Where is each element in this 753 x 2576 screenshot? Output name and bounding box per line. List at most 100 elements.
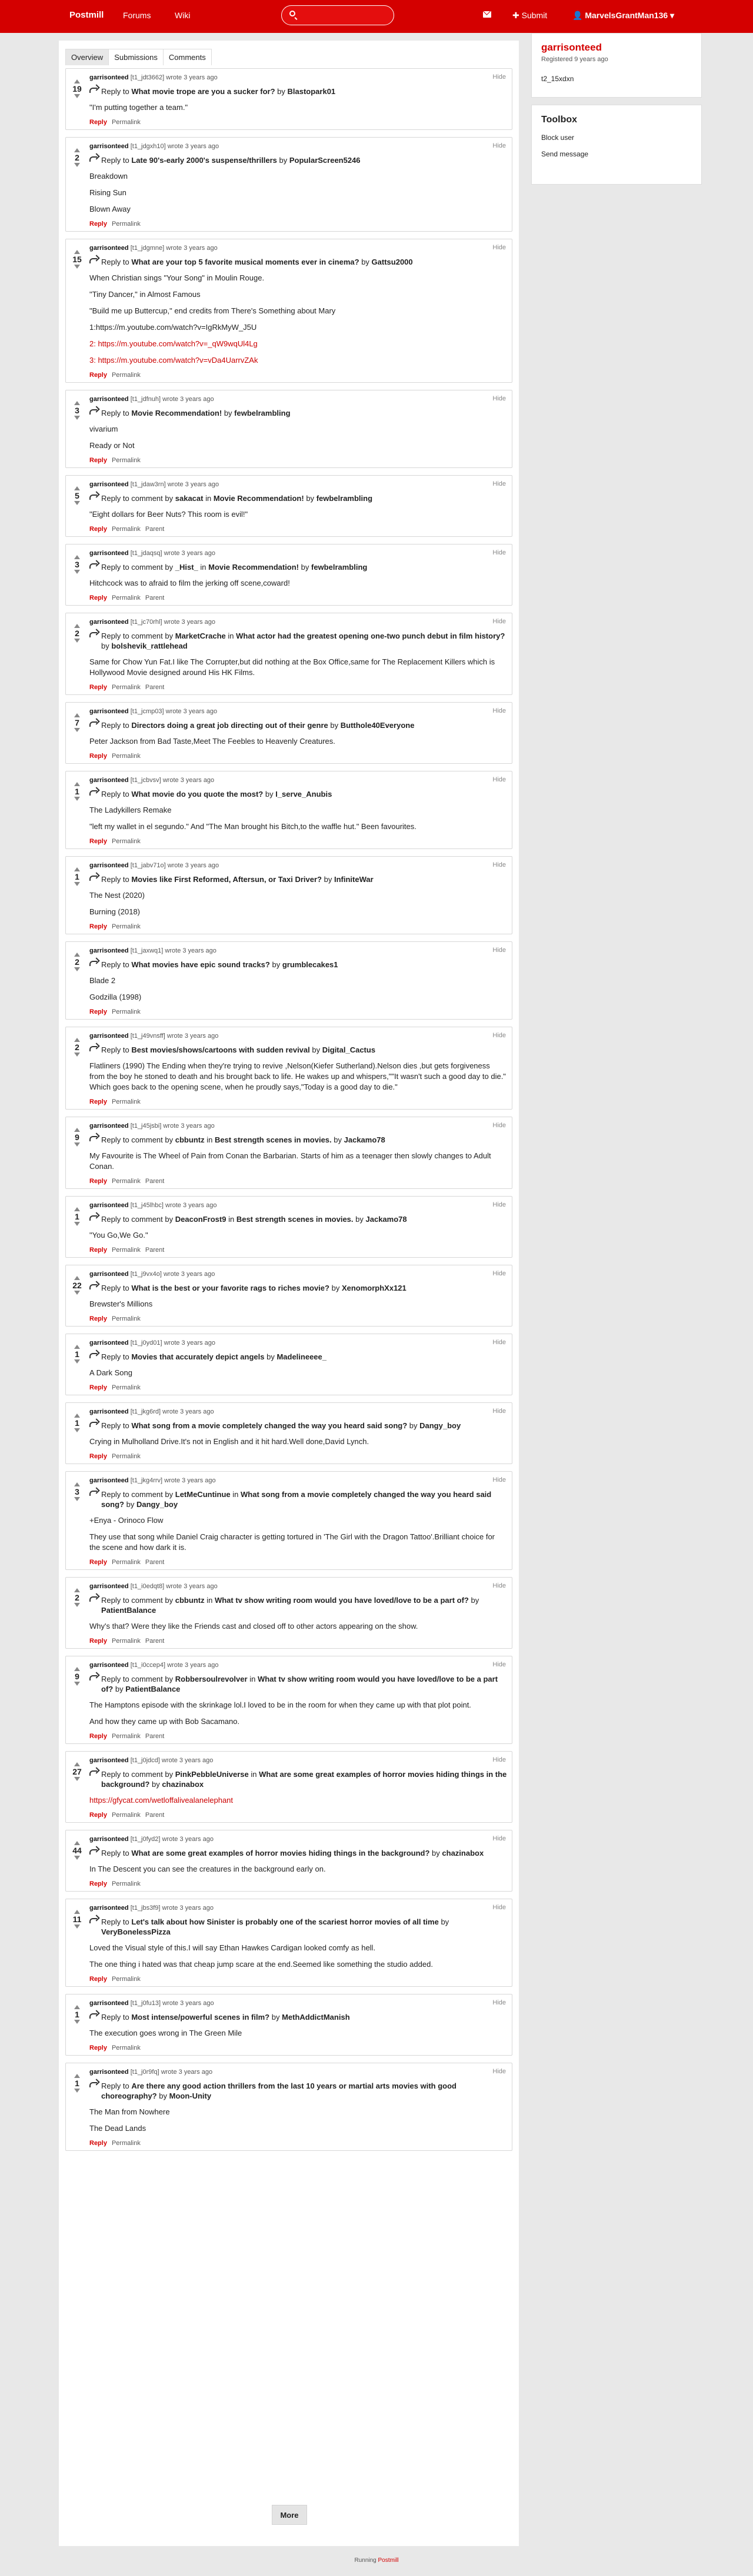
- reply-button[interactable]: Reply: [89, 1453, 107, 1460]
- thread-author-link[interactable]: Digital_Cactus: [322, 1045, 375, 1054]
- thread-title-link[interactable]: What movie do you quote the most?: [131, 790, 263, 798]
- permalink-link[interactable]: Permalink: [112, 1384, 141, 1391]
- permalink-link[interactable]: Permalink: [112, 2140, 141, 2147]
- downvote-icon[interactable]: [74, 2089, 80, 2093]
- comment-author-link[interactable]: sakacat: [175, 494, 204, 503]
- upvote-icon[interactable]: [74, 1345, 80, 1349]
- upvote-icon[interactable]: [74, 867, 80, 871]
- search-input[interactable]: [299, 9, 388, 21]
- upvote-icon[interactable]: [74, 148, 80, 152]
- upvote-icon[interactable]: [74, 624, 80, 628]
- permalink-link[interactable]: Permalink: [112, 526, 141, 533]
- comment-author-link[interactable]: PinkPebbleUniverse: [175, 1770, 249, 1779]
- downvote-icon[interactable]: [74, 797, 80, 801]
- reply-button[interactable]: Reply: [89, 838, 107, 845]
- thread-author-link[interactable]: VeryBonelessPizza: [101, 1927, 171, 1936]
- thread-author-link[interactable]: Gattsu2000: [372, 258, 413, 266]
- thread-title-link[interactable]: Best strength scenes in movies.: [236, 1215, 354, 1224]
- hide-link[interactable]: Hide: [492, 1032, 506, 1039]
- thread-author-link[interactable]: Dangy_boy: [419, 1421, 461, 1430]
- hide-link[interactable]: Hide: [492, 707, 506, 714]
- downvote-icon[interactable]: [74, 639, 80, 643]
- reply-button[interactable]: Reply: [89, 372, 107, 379]
- author-link[interactable]: garrisonteed: [89, 481, 129, 488]
- hide-link[interactable]: Hide: [492, 1582, 506, 1589]
- thread-title-link[interactable]: Are there any good action thrillers from…: [101, 2081, 457, 2100]
- permalink-link[interactable]: Permalink: [112, 594, 141, 602]
- downvote-icon[interactable]: [74, 94, 80, 98]
- permalink-link[interactable]: Permalink: [112, 1098, 141, 1105]
- reply-button[interactable]: Reply: [89, 2140, 107, 2147]
- author-link[interactable]: garrisonteed: [89, 1905, 129, 1912]
- tab-overview[interactable]: Overview: [65, 49, 109, 65]
- thread-title-link[interactable]: What song from a movie completely change…: [131, 1421, 407, 1430]
- reply-button[interactable]: Reply: [89, 923, 107, 930]
- thread-title-link[interactable]: Movies that accurately depict angels: [131, 1352, 264, 1361]
- thread-author-link[interactable]: MethAddictManish: [282, 2013, 350, 2022]
- hide-link[interactable]: Hide: [492, 1408, 506, 1415]
- author-link[interactable]: garrisonteed: [89, 862, 129, 869]
- comment-author-link[interactable]: LetMeCuntinue: [175, 1490, 231, 1499]
- author-link[interactable]: garrisonteed: [89, 777, 129, 784]
- author-link[interactable]: garrisonteed: [89, 2069, 129, 2076]
- downvote-icon[interactable]: [74, 1497, 80, 1501]
- reply-button[interactable]: Reply: [89, 457, 107, 464]
- downvote-icon[interactable]: [74, 1359, 80, 1364]
- search-box[interactable]: [281, 5, 394, 25]
- downvote-icon[interactable]: [74, 2020, 80, 2024]
- parent-link[interactable]: Parent: [145, 1812, 164, 1819]
- thread-title-link[interactable]: Movies like First Reformed, Aftersun, or…: [131, 875, 322, 884]
- reply-button[interactable]: Reply: [89, 1880, 107, 1887]
- author-link[interactable]: garrisonteed: [89, 1339, 129, 1347]
- author-link[interactable]: garrisonteed: [89, 2000, 129, 2007]
- upvote-icon[interactable]: [74, 1207, 80, 1211]
- thread-author-link[interactable]: PopularScreen5246: [289, 156, 361, 165]
- reply-button[interactable]: Reply: [89, 1976, 107, 1983]
- parent-link[interactable]: Parent: [145, 1733, 164, 1740]
- reply-button[interactable]: Reply: [89, 220, 107, 228]
- thread-title-link[interactable]: Movie Recommendation!: [131, 409, 222, 417]
- author-link[interactable]: garrisonteed: [89, 1271, 129, 1278]
- thread-title-link[interactable]: What tv show writing room would you have…: [215, 1596, 469, 1605]
- hide-link[interactable]: Hide: [492, 73, 506, 81]
- comment-author-link[interactable]: MarketCrache: [175, 632, 226, 640]
- nav-forums-link[interactable]: Forums: [123, 11, 151, 20]
- downvote-icon[interactable]: [74, 728, 80, 732]
- comment-author-link[interactable]: DeaconFrost9: [175, 1215, 226, 1224]
- hide-link[interactable]: Hide: [492, 1122, 506, 1129]
- messages-icon[interactable]: [483, 11, 491, 18]
- permalink-link[interactable]: Permalink: [112, 1638, 141, 1645]
- thread-title-link[interactable]: Late 90's-early 2000's suspense/thriller…: [131, 156, 277, 165]
- permalink-link[interactable]: Permalink: [112, 1453, 141, 1460]
- upvote-icon[interactable]: [74, 401, 80, 405]
- reply-button[interactable]: Reply: [89, 1384, 107, 1391]
- thread-title-link[interactable]: Movie Recommendation!: [214, 494, 304, 503]
- upvote-icon[interactable]: [74, 1910, 80, 1914]
- reply-button[interactable]: Reply: [89, 594, 107, 602]
- author-link[interactable]: garrisonteed: [89, 1836, 129, 1843]
- thread-title-link[interactable]: What is the best or your favorite rags t…: [131, 1284, 329, 1292]
- thread-author-link[interactable]: fewbelrambling: [234, 409, 290, 417]
- permalink-link[interactable]: Permalink: [112, 1880, 141, 1887]
- reply-button[interactable]: Reply: [89, 753, 107, 760]
- downvote-icon[interactable]: [74, 1777, 80, 1781]
- reply-button[interactable]: Reply: [89, 1812, 107, 1819]
- thread-title-link[interactable]: Directors doing a great job directing ou…: [131, 721, 328, 730]
- author-link[interactable]: garrisonteed: [89, 1583, 129, 1590]
- parent-link[interactable]: Parent: [145, 1559, 164, 1566]
- permalink-link[interactable]: Permalink: [112, 1178, 141, 1185]
- thread-author-link[interactable]: Moon-Unity: [169, 2091, 211, 2100]
- permalink-link[interactable]: Permalink: [112, 1812, 141, 1819]
- downvote-icon[interactable]: [74, 1856, 80, 1860]
- permalink-link[interactable]: Permalink: [112, 753, 141, 760]
- footer-postmill-link[interactable]: Postmill: [378, 2557, 399, 2564]
- downvote-icon[interactable]: [74, 1142, 80, 1147]
- permalink-link[interactable]: Permalink: [112, 2044, 141, 2052]
- comment-link[interactable]: 2: https://m.youtube.com/watch?v=_qW9wqU…: [89, 339, 507, 349]
- downvote-icon[interactable]: [74, 570, 80, 574]
- author-link[interactable]: garrisonteed: [89, 947, 129, 954]
- reply-button[interactable]: Reply: [89, 684, 107, 691]
- upvote-icon[interactable]: [74, 713, 80, 717]
- author-link[interactable]: garrisonteed: [89, 74, 129, 81]
- downvote-icon[interactable]: [74, 882, 80, 886]
